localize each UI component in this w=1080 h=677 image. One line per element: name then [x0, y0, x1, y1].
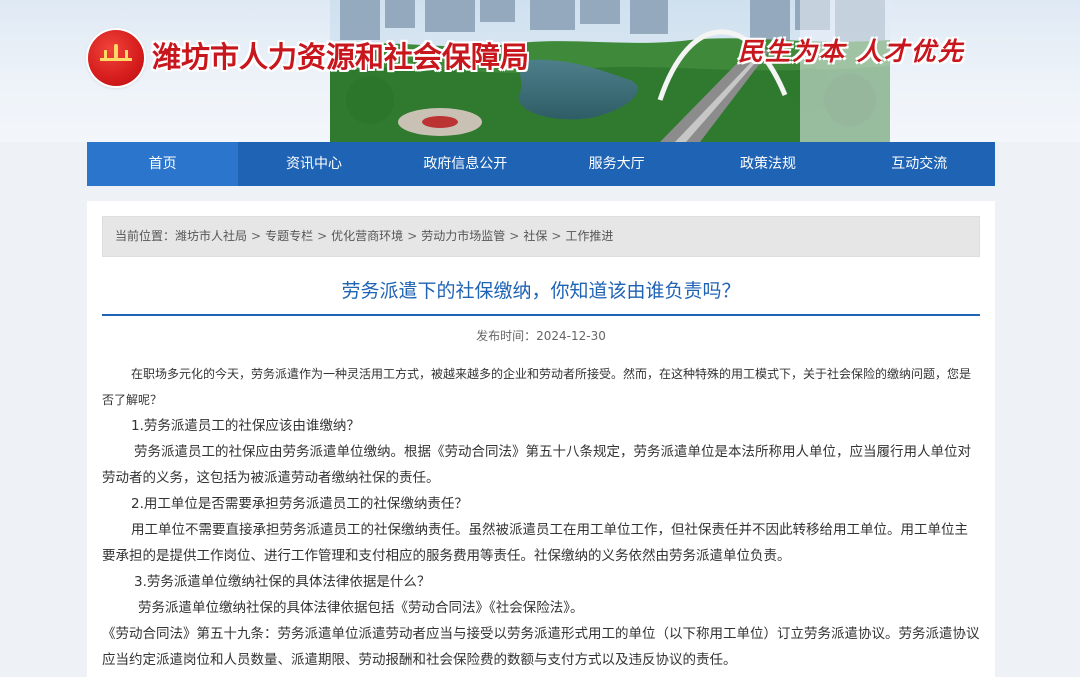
main-nav: 首页 资讯中心 政府信息公开 服务大厅 政策法规 互动交流 — [87, 142, 995, 186]
breadcrumb-prefix: 当前位置： — [115, 229, 176, 243]
breadcrumb-separator: > — [251, 229, 262, 243]
nav-item-policy[interactable]: 政策法规 — [692, 142, 843, 186]
header-banner: 潍坊市人力资源和社会保障局 民生为本 人才优先 — [0, 0, 1080, 142]
title-divider — [102, 314, 980, 316]
breadcrumb-separator: > — [407, 229, 418, 243]
article-paragraph: 劳务派遣单位缴纳社保的具体法律依据包括《劳动合同法》《社会保险法》。 — [138, 600, 584, 616]
breadcrumb-item-social-security[interactable]: 社保 — [523, 229, 547, 243]
breadcrumb-item-work-progress[interactable]: 工作推进 — [565, 229, 613, 243]
logo-emblem[interactable] — [88, 30, 144, 86]
article-paragraph: 《劳动合同法》第五十九条：劳务派遣单位派遣劳动者应当与接受以劳务派遣形式用工的单… — [102, 626, 980, 668]
nav-item-news[interactable]: 资讯中心 — [238, 142, 389, 186]
breadcrumb-item-home[interactable]: 潍坊市人社局 — [175, 229, 247, 243]
publish-date: 发布时间：2024-12-30 — [476, 329, 606, 343]
emblem-figure-icon — [100, 44, 132, 61]
breadcrumb-separator: > — [317, 229, 328, 243]
article-question: 2.用工单位是否需要承担劳务派遣员工的社保缴纳责任？ — [131, 496, 468, 512]
breadcrumb-separator: > — [551, 229, 562, 243]
article-paragraph: 劳务派遣员工的社保应由劳务派遣单位缴纳。根据《劳动合同法》第五十八条规定，劳务派… — [102, 444, 971, 486]
slogan: 民生为本 人才优先 — [738, 37, 965, 66]
site-title[interactable]: 潍坊市人力资源和社会保障局 — [152, 34, 529, 76]
breadcrumb-item-labor-market[interactable]: 劳动力市场监管 — [421, 229, 505, 243]
article-question: 3.劳务派遣单位缴纳社保的具体法律依据是什么？ — [134, 574, 431, 590]
article-body: 在职场多元化的今天，劳务派遣作为一种灵活用工方式，被越来越多的企业和劳动者所接受… — [102, 361, 980, 673]
nav-item-home[interactable]: 首页 — [87, 142, 239, 186]
content-panel: 当前位置：潍坊市人社局 > 专题专栏 > 优化营商环境 > 劳动力市场监管 > 社保 > 工作推进 … — [87, 201, 995, 677]
breadcrumb-item-business-env[interactable]: 优化营商环境 — [331, 229, 403, 243]
article-paragraph: 在职场多元化的今天，劳务派遣作为一种灵活用工方式，被越来越多的企业和劳动者所接受… — [102, 367, 972, 407]
breadcrumb-item-topics[interactable]: 专题专栏 — [265, 229, 313, 243]
breadcrumb-separator: > — [509, 229, 520, 243]
article-question: 1.劳务派遣员工的社保应该由谁缴纳？ — [131, 418, 360, 434]
breadcrumb: 当前位置：潍坊市人社局 > 专题专栏 > 优化营商环境 > 劳动力市场监管 > 社保 > 工作推进 — [102, 216, 980, 257]
article-paragraph: 用工单位不需要直接承担劳务派遣员工的社保缴纳责任。虽然被派遣员工在用工单位工作，… — [102, 522, 968, 564]
nav-item-gov-info[interactable]: 政府信息公开 — [390, 142, 541, 186]
nav-item-interaction[interactable]: 互动交流 — [844, 142, 995, 186]
nav-item-service-hall[interactable]: 服务大厅 — [541, 142, 692, 186]
article-title: 劳务派遣下的社保缴纳，你知道该由谁负责吗？ — [341, 280, 741, 302]
